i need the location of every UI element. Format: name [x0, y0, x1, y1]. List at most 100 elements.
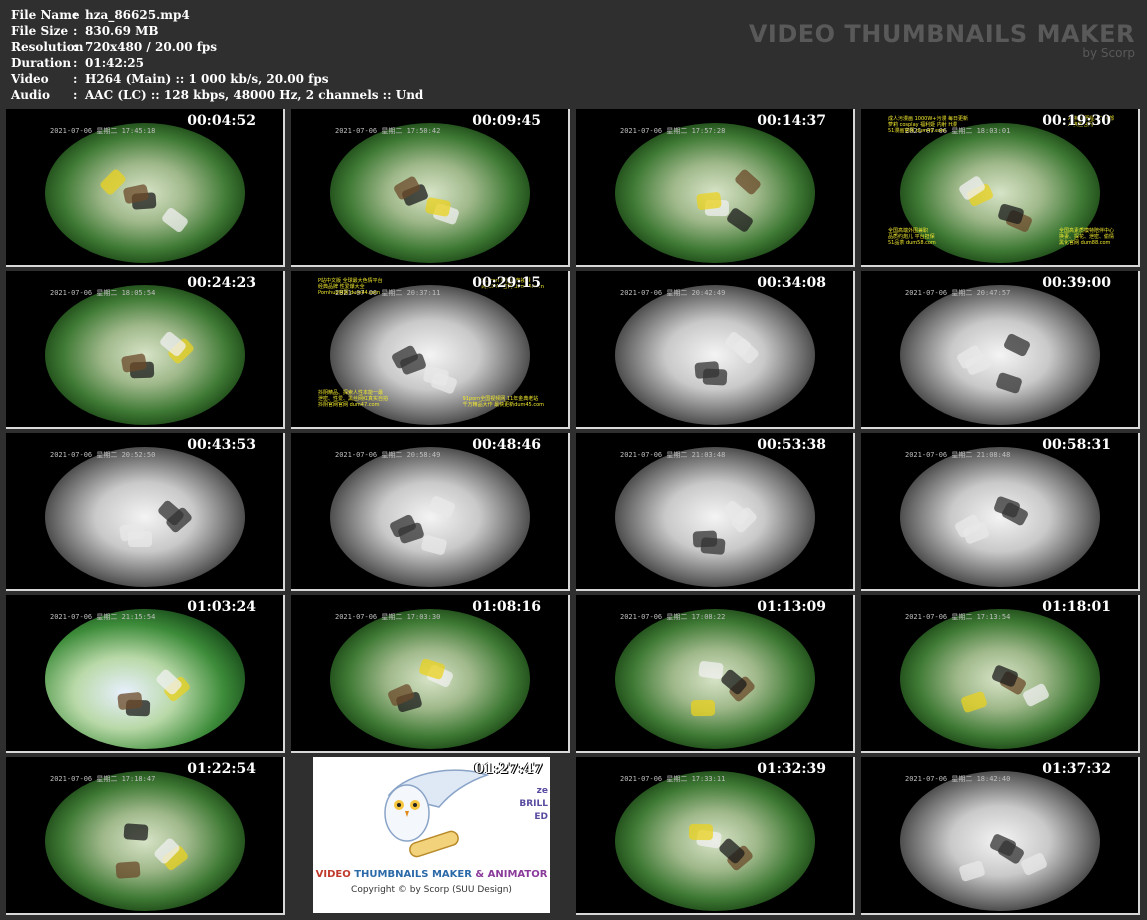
- overlay-ad-text: P站中文版 全球最大色情平台 经典品牌 性爱爆大全 Pornhub官网 dum44.…: [318, 278, 383, 296]
- meta-value: AAC (LC) :: 128 kbps, 48000 Hz, 2 channe…: [85, 88, 424, 102]
- card-title-part: VIDEO: [315, 869, 351, 880]
- meta-colon: :: [73, 24, 78, 38]
- overlay-ad-text: 全国高端外围兼职 品质约炮儿 平台担保 51品茶 dum58.com: [888, 228, 936, 246]
- video-thumbnail[interactable]: 2021-07-06 星期二 17:03:30 01:08:16: [291, 595, 570, 753]
- camera-osd-timestamp: 2021-07-06 星期二 17:50:42: [335, 127, 441, 135]
- video-thumbnail[interactable]: 2021-07-06 星期二 21:03:48 00:53:38: [576, 433, 855, 591]
- camera-vignette: [614, 285, 815, 426]
- scene-figure: [690, 699, 716, 717]
- camera-vignette: [899, 285, 1100, 426]
- card-side-text-b: BRILL: [519, 799, 548, 809]
- meta-colon: :: [73, 8, 78, 22]
- scene-figure: [688, 823, 714, 841]
- card-copyright: Copyright © by Scorp (SUU Design): [351, 885, 512, 895]
- video-thumbnail[interactable]: ze BRILL ED VIDEO THUMBNAILS MAKER & ANIMAT…: [291, 757, 570, 915]
- video-thumbnail[interactable]: 2021-07-06 星期二 20:58:49 00:48:46: [291, 433, 570, 591]
- video-thumbnail[interactable]: 2021-07-06 星期二 20:47:57 00:39:00: [861, 271, 1140, 429]
- meta-row-video: Video: H264 (Main) :: 1 000 kb/s, 20.00 f…: [11, 71, 423, 87]
- thumbnail-timestamp: 01:27:47: [474, 761, 543, 777]
- video-thumbnail[interactable]: 2021-07-06 星期二 17:18:47 01:22:54: [6, 757, 285, 915]
- video-thumbnail[interactable]: 2021-07-06 星期二 17:57:28 00:14:37: [576, 109, 855, 267]
- video-thumbnail[interactable]: 2021-07-06 星期二 17:08:22 01:13:09: [576, 595, 855, 753]
- camera-vignette: [329, 447, 530, 588]
- video-thumbnail[interactable]: 2021-07-06 星期二 21:08:48 00:58:31: [861, 433, 1140, 591]
- meta-row-audio: Audio: AAC (LC) :: 128 kbps, 48000 Hz, 2 …: [11, 87, 423, 103]
- thumbnail-timestamp: 00:53:38: [757, 437, 826, 453]
- thumbnail-timestamp: 01:08:16: [472, 599, 541, 615]
- camera-osd-timestamp: 2021-07-06 星期二 17:57:28: [620, 127, 726, 135]
- camera-osd-timestamp: 2021-07-06 星期二 17:18:47: [50, 775, 156, 783]
- thumbnail-timestamp: 01:22:54: [187, 761, 256, 777]
- thumbnail-timestamp: 00:09:45: [472, 113, 541, 129]
- meta-row-file-name: File Name: hza_86625.mp4: [11, 7, 423, 23]
- overlay-ad-line: Pornhub官网 dum44.com: [318, 290, 380, 296]
- card-title: VIDEO THUMBNAILS MAKER & ANIMATOR: [313, 869, 550, 880]
- thumbnail-timestamp: 00:04:52: [187, 113, 256, 129]
- scene-figure: [694, 360, 720, 380]
- camera-osd-timestamp: 2021-07-06 星期二 20:47:57: [905, 289, 1011, 297]
- camera-osd-timestamp: 2021-07-06 星期二 21:15:54: [50, 613, 156, 621]
- meta-key: File Name: [11, 8, 80, 22]
- card-title-part: & ANIMATOR: [475, 869, 548, 880]
- meta-value: 01:42:25: [85, 56, 144, 70]
- meta-colon: :: [73, 40, 78, 54]
- brand-subtitle: by Scorp: [1082, 46, 1135, 60]
- video-thumbnail[interactable]: 2021-07-06 星期二 20:42:49 00:34:08: [576, 271, 855, 429]
- video-thumbnail[interactable]: 2021-07-06 星期二 20:37:11 P站中文版 全球最大色情平台 经典品…: [291, 271, 570, 429]
- thumbnail-timestamp: 01:03:24: [187, 599, 256, 615]
- meta-row-duration: Duration:01:42:25: [11, 55, 423, 71]
- meta-row-file-size: File Size:830.69 MB: [11, 23, 423, 39]
- thumbnail-timestamp: 00:19:30: [1042, 113, 1111, 129]
- camera-osd-timestamp: 2021-07-06 星期二 17:45:18: [50, 127, 156, 135]
- card-side-text: ze BRILL ED: [519, 785, 548, 824]
- video-thumbnail[interactable]: 2021-07-06 星期二 17:45:18 00:04:52: [6, 109, 285, 267]
- video-thumbnail[interactable]: 2021-07-06 星期二 17:50:42 00:09:45: [291, 109, 570, 267]
- owl-logo-icon: [384, 769, 489, 858]
- thumbnail-timestamp: 01:18:01: [1042, 599, 1111, 615]
- video-thumbnail[interactable]: 2021-07-06 星期二 17:33:11 01:32:39: [576, 757, 855, 915]
- meta-key: Audio: [11, 88, 50, 102]
- camera-osd-timestamp: 2021-07-06 星期二 17:03:30: [335, 613, 441, 621]
- overlay-ad-text: 全国高素质模特陪伴中心 换妻、探花、泄密、偷情 黑化官网 dum88.com: [1059, 228, 1114, 246]
- video-thumbnail[interactable]: 2021-07-06 星期二 17:13:54 01:18:01: [861, 595, 1140, 753]
- file-info: File Name: hza_86625.mp4 File Size:830.69…: [11, 7, 423, 103]
- meta-key: File Size: [11, 24, 69, 38]
- meta-colon: :: [73, 88, 78, 102]
- thumbnail-timestamp: 00:43:53: [187, 437, 256, 453]
- scene-figure: [119, 522, 145, 542]
- scene-figure: [117, 691, 143, 711]
- card-title-part: THUMBNAILS MAKER: [354, 869, 472, 880]
- header: File Name: hza_86625.mp4 File Size:830.69…: [0, 0, 1147, 106]
- video-thumbnail[interactable]: 2021-07-06 星期二 21:15:54 01:03:24: [6, 595, 285, 753]
- overlay-ad-line: 51漫画官网 dum49.com: [888, 128, 946, 134]
- camera-vignette: [899, 447, 1100, 588]
- meta-value: hza_86625.mp4: [85, 8, 190, 22]
- overlay-ad-text: 成人污漫画 1000W+污漫 每日更新 萝莉 cosplay 福利姬 内射 H漫 5…: [888, 116, 968, 134]
- brand-title: VIDEO THUMBNAILS MAKER: [748, 20, 1135, 48]
- meta-key: Duration: [11, 56, 72, 70]
- scene-figure: [696, 191, 722, 211]
- meta-row-resolution: Resolution:720x480 / 20.00 fps: [11, 39, 423, 55]
- video-thumbnail[interactable]: 2021-07-06 星期二 18:05:54 00:24:23: [6, 271, 285, 429]
- thumbnail-timestamp: 00:29:15: [472, 275, 541, 291]
- scene-figure: [123, 823, 149, 841]
- video-thumbnail[interactable]: 2021-07-06 星期二 18:03:01 成人污漫画 1000W+污漫 每日…: [861, 109, 1140, 267]
- video-thumbnail[interactable]: 2021-07-06 星期二 18:42:40 01:37:32: [861, 757, 1140, 915]
- camera-osd-timestamp: 2021-07-06 星期二 17:33:11: [620, 775, 726, 783]
- card-side-text-c: ED: [534, 812, 548, 822]
- meta-colon: :: [73, 56, 78, 70]
- camera-vignette: [614, 609, 815, 750]
- thumbnail-timestamp: 01:13:09: [757, 599, 826, 615]
- thumbnail-timestamp: 01:32:39: [757, 761, 826, 777]
- meta-value: 830.69 MB: [85, 24, 159, 38]
- thumbnail-timestamp: 01:37:32: [1042, 761, 1111, 777]
- meta-value: H264 (Main) :: 1 000 kb/s, 20.00 fps: [85, 72, 329, 86]
- scene-figure: [698, 660, 724, 680]
- video-thumbnail[interactable]: 2021-07-06 星期二 20:52:50 00:43:53: [6, 433, 285, 591]
- thumbnail-timestamp: 00:48:46: [472, 437, 541, 453]
- camera-vignette: [44, 447, 245, 588]
- thumbnail-timestamp: 00:39:00: [1042, 275, 1111, 291]
- meta-key: Video: [11, 72, 49, 86]
- thumbnail-timestamp: 00:58:31: [1042, 437, 1111, 453]
- camera-vignette: [614, 447, 815, 588]
